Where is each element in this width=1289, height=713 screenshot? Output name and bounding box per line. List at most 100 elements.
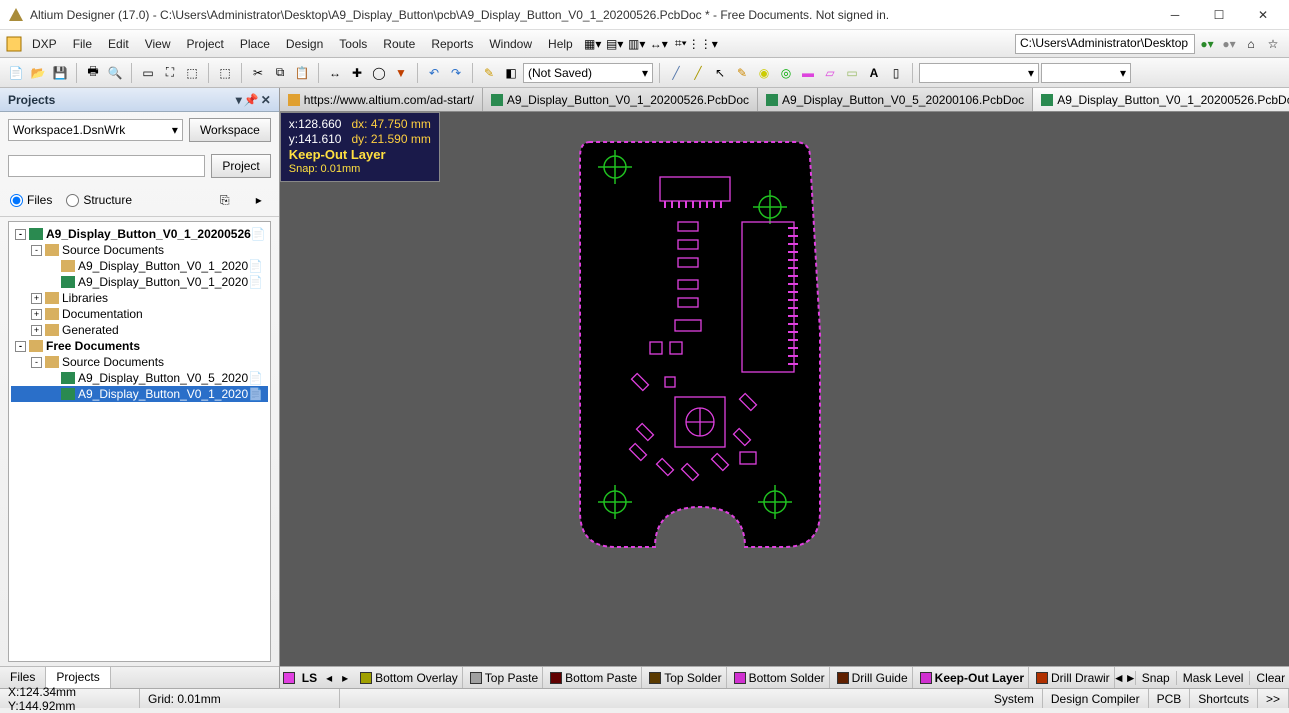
menu-view[interactable]: View [137,33,179,55]
tree-item[interactable]: -Free Documents [11,338,268,354]
files-radio[interactable]: Files [10,193,52,207]
comp-icon[interactable]: ▯ [886,63,906,83]
status-shortcuts[interactable]: Shortcuts [1190,689,1258,708]
layer-tab[interactable]: Drill Drawir [1029,667,1115,688]
paste-icon[interactable]: 📋 [292,63,312,83]
text-icon[interactable]: A [864,63,884,83]
home-icon[interactable]: ⌂ [1241,34,1261,54]
nav-back-icon[interactable]: ●▾ [1197,34,1217,54]
layer-tab[interactable]: Bottom Solder [727,667,830,688]
move-icon[interactable]: ↔ [325,63,345,83]
menu-tools[interactable]: Tools [331,33,375,55]
snap-combo[interactable]: ▾ [919,63,1039,83]
mask-level-button[interactable]: Mask Level [1176,671,1250,685]
status-pcb[interactable]: PCB [1149,689,1191,708]
editor-tab[interactable]: A9_Display_Button_V0_1_20200526.PcbDoc [483,88,758,111]
project-tree[interactable]: -A9_Display_Button_V0_1_20200526 📄-Sourc… [8,221,271,662]
save-icon[interactable]: 💾 [50,63,70,83]
panel-pin-icon[interactable]: 📌 [244,93,259,107]
tree-item[interactable]: A9_Display_Button_V0_1_2020 📄 [11,258,268,274]
select-icon[interactable]: ⬚ [215,63,235,83]
project-button[interactable]: Project [211,154,270,178]
tree-item[interactable]: A9_Display_Button_V0_1_2020 📄 [11,274,268,290]
highlight-icon[interactable]: ✎ [479,63,499,83]
menu-layers-icon[interactable]: ▤▾ [605,34,625,54]
menu-file[interactable]: File [65,33,100,55]
path-box[interactable]: C:\Users\Administrator\Desktop [1015,34,1195,54]
cut-icon[interactable]: ✂ [248,63,268,83]
zoom-area-icon[interactable]: 🔍 [105,63,125,83]
grid-combo[interactable]: ▾ [1041,63,1131,83]
menu-project[interactable]: Project [179,33,232,55]
cursor-icon[interactable]: ↖ [710,63,730,83]
nav-fwd-icon[interactable]: ●▾ [1219,34,1239,54]
tree-item[interactable]: A9_Display_Button_V0_1_2020 📄 [11,386,268,402]
workspace-button[interactable]: Workspace [189,118,271,142]
maximize-button[interactable]: ☐ [1201,3,1237,27]
fill-icon[interactable]: ▬ [798,63,818,83]
pad-icon[interactable]: ◎ [776,63,796,83]
layer-tab[interactable]: Top Paste [463,667,543,688]
route-icon[interactable]: ╱ [666,63,686,83]
new-icon[interactable]: 📄 [6,63,26,83]
layer-tab[interactable]: Keep-Out Layer [913,667,1029,688]
panel-menu-icon[interactable]: ▾ [236,93,242,107]
tree-item[interactable]: +Generated [11,322,268,338]
clear-button[interactable]: Clear [1249,671,1289,685]
menu-edit[interactable]: Edit [100,33,137,55]
tree-refresh-icon[interactable]: ▸ [249,190,269,210]
layer-tab[interactable]: Bottom Paste [543,667,642,688]
editor-tab[interactable]: A9_Display_Button_V0_1_20200526.PcbDoc * [1033,88,1289,111]
print-icon[interactable]: 🖶 [83,63,103,83]
project-filter-input[interactable] [8,155,205,177]
menu-dxp[interactable]: DXP [24,33,65,55]
menu-help[interactable]: Help [540,33,581,55]
saved-filter-combo[interactable]: (Not Saved)▾ [523,63,653,83]
via-icon[interactable]: ◉ [754,63,774,83]
pcb-canvas[interactable]: x:128.660 dx: 47.750 mm y:141.610 dy: 21… [280,112,1289,666]
tree-item[interactable]: A9_Display_Button_V0_5_2020 📄 [11,370,268,386]
redo-icon[interactable]: ↷ [446,63,466,83]
ls-label[interactable]: LS [298,671,321,685]
close-button[interactable]: ✕ [1245,3,1281,27]
lasso-icon[interactable]: ◯ [369,63,389,83]
status-system[interactable]: System [986,689,1043,708]
fit-icon[interactable]: ⛶ [160,63,180,83]
panel-close-icon[interactable]: ✕ [261,93,271,107]
editor-tab[interactable]: A9_Display_Button_V0_5_20200106.PcbDoc [758,88,1033,111]
menu-grid-icon[interactable]: ▦▾ [583,34,603,54]
status-design-compiler[interactable]: Design Compiler [1043,689,1149,708]
cross-icon[interactable]: ✚ [347,63,367,83]
menu-design[interactable]: Design [278,33,331,55]
doc-icon[interactable]: ▭ [138,63,158,83]
undo-icon[interactable]: ↶ [424,63,444,83]
region-icon[interactable]: ▭ [842,63,862,83]
structure-radio[interactable]: Structure [66,193,132,207]
tree-item[interactable]: -A9_Display_Button_V0_1_20200526 📄 [11,226,268,242]
open-icon[interactable]: 📂 [28,63,48,83]
menu-window[interactable]: Window [481,33,540,55]
layer-tab[interactable]: Top Solder [642,667,726,688]
menu-dim-icon[interactable]: ↔▾ [649,34,669,54]
editor-tab[interactable]: https://www.altium.com/ad-start/ [280,88,483,111]
menu-reports[interactable]: Reports [423,33,481,55]
zoom-sel-icon[interactable]: ⬚ [182,63,202,83]
tree-item[interactable]: -Source Documents [11,242,268,258]
edit-icon[interactable]: ✎ [732,63,752,83]
tree-item[interactable]: +Libraries [11,290,268,306]
poly-icon[interactable]: ▱ [820,63,840,83]
copy-icon[interactable]: ⧉ [270,63,290,83]
tree-item[interactable]: +Documentation [11,306,268,322]
status-more[interactable]: >> [1258,689,1289,708]
route2-icon[interactable]: ╱ [688,63,708,83]
fav-icon[interactable]: ☆ [1263,34,1283,54]
projects-panel-header[interactable]: Projects ▾📌✕ [0,88,279,112]
menu-place[interactable]: Place [232,33,278,55]
tree-item[interactable]: -Source Documents [11,354,268,370]
layer-prev-icon[interactable]: ◂ [321,671,337,685]
layer-next-icon[interactable]: ▸ [337,671,353,685]
mode-icon[interactable]: ◧ [501,63,521,83]
tree-opts-icon[interactable]: ⎘ [215,190,235,210]
menu-align-icon[interactable]: ▥▾ [627,34,647,54]
filter-icon[interactable]: ▼ [391,63,411,83]
